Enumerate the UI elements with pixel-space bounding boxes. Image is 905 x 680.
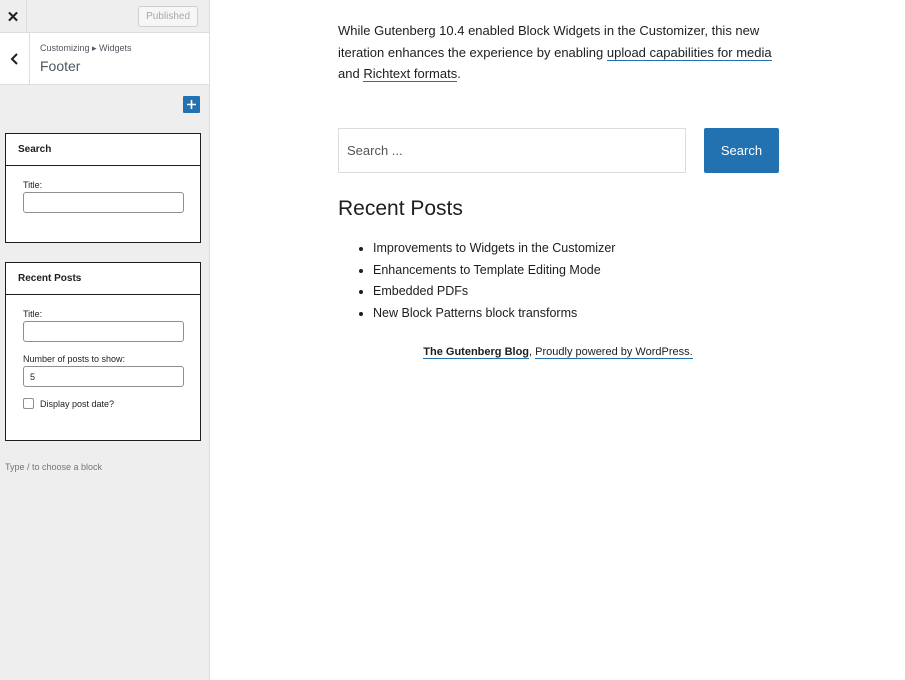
blog-name-link[interactable]: The Gutenberg Blog bbox=[423, 346, 530, 359]
search-widget: Search Title: bbox=[5, 133, 201, 243]
site-preview: While Gutenberg 10.4 enabled Block Widge… bbox=[211, 0, 905, 680]
close-icon: ✕ bbox=[6, 8, 20, 26]
search-widget-title[interactable]: Search bbox=[6, 134, 200, 166]
recent-posts-title-label: Title: bbox=[23, 309, 43, 319]
search-button[interactable]: Search bbox=[704, 128, 779, 173]
post-count-input[interactable] bbox=[23, 366, 184, 387]
plus-icon bbox=[187, 100, 196, 109]
search-widget-title-label: Title: bbox=[23, 180, 43, 190]
recent-posts-widget: Recent Posts Title: Number of posts to s… bbox=[5, 262, 201, 441]
powered-by-link[interactable]: Proudly powered by WordPress. bbox=[535, 346, 693, 359]
section-header: Customizing ▸ Widgets Footer bbox=[0, 33, 209, 85]
add-block-button[interactable] bbox=[183, 96, 200, 113]
chevron-left-icon bbox=[10, 52, 18, 65]
richtext-formats-link[interactable]: Richtext formats bbox=[363, 66, 458, 82]
recent-post-link[interactable]: Enhancements to Template Editing Mode bbox=[373, 260, 615, 282]
intro-text-3: . bbox=[457, 66, 461, 81]
recent-posts-heading: Recent Posts bbox=[338, 197, 463, 220]
search-widget-title-input[interactable] bbox=[23, 192, 184, 213]
display-date-label: Display post date? bbox=[40, 399, 115, 409]
search-input[interactable] bbox=[338, 128, 686, 173]
upload-capabilities-link[interactable]: upload capabilities for media bbox=[606, 44, 772, 61]
back-button[interactable] bbox=[0, 33, 30, 84]
recent-posts-list: Improvements to Widgets in the Customize… bbox=[373, 238, 615, 324]
customizer-topbar: ✕ Published bbox=[0, 0, 209, 33]
section-title: Footer bbox=[40, 58, 81, 74]
intro-paragraph: While Gutenberg 10.4 enabled Block Widge… bbox=[338, 20, 778, 85]
recent-posts-widget-title[interactable]: Recent Posts bbox=[6, 263, 200, 295]
published-button[interactable]: Published bbox=[138, 6, 198, 27]
post-count-label: Number of posts to show: bbox=[23, 354, 126, 364]
recent-post-link[interactable]: Improvements to Widgets in the Customize… bbox=[373, 238, 615, 260]
footer-credit: The Gutenberg Blog, Proudly powered by W… bbox=[338, 346, 778, 359]
recent-post-link[interactable]: Embedded PDFs bbox=[373, 281, 615, 303]
block-hint: Type / to choose a block bbox=[5, 462, 103, 472]
recent-post-link[interactable]: New Block Patterns block transforms bbox=[373, 303, 615, 325]
breadcrumb: Customizing ▸ Widgets bbox=[40, 43, 132, 53]
display-date-checkbox[interactable] bbox=[23, 398, 34, 409]
intro-text-2: and bbox=[338, 66, 364, 81]
close-customizer-button[interactable]: ✕ bbox=[0, 0, 27, 33]
recent-posts-title-input[interactable] bbox=[23, 321, 184, 342]
customizer-sidebar: ✕ Published Customizing ▸ Widgets Footer… bbox=[0, 0, 210, 680]
